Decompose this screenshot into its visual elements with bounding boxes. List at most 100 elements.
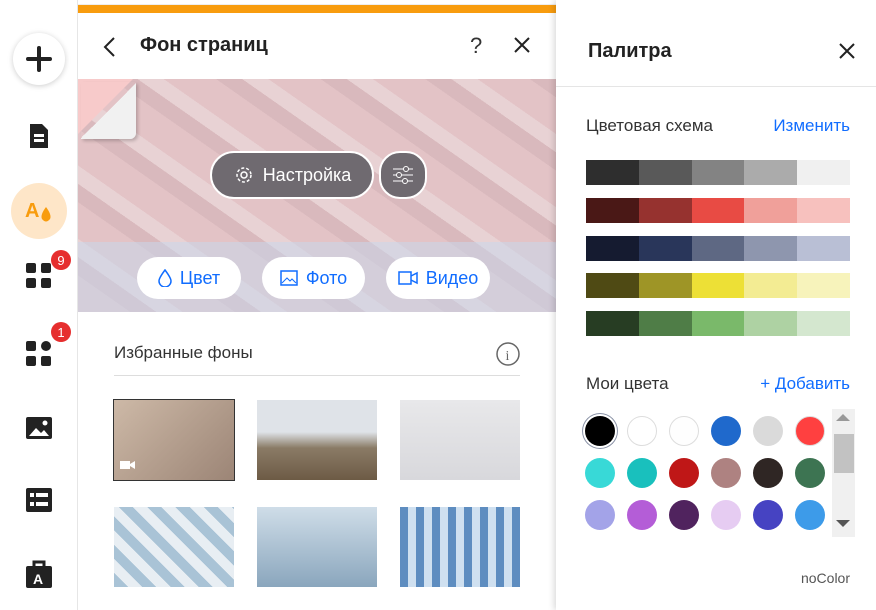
scheme-swatch[interactable] (586, 160, 639, 185)
color-swatch[interactable] (627, 416, 657, 446)
color-swatch[interactable] (753, 458, 783, 488)
color-swatch[interactable] (669, 500, 699, 530)
close-icon[interactable] (839, 43, 855, 59)
close-icon[interactable] (514, 37, 530, 53)
scroll-down-icon[interactable] (836, 520, 850, 527)
droplet-icon (158, 269, 172, 287)
video-label: Видео (425, 267, 479, 288)
video-button[interactable]: Видео (386, 257, 490, 299)
scheme-swatch[interactable] (586, 273, 639, 298)
help-button[interactable]: ? (470, 33, 482, 59)
color-scheme-row[interactable] (586, 273, 850, 298)
color-scheme-row[interactable] (586, 160, 850, 185)
color-swatch[interactable] (585, 500, 615, 530)
page-curl-fold (81, 82, 136, 139)
table-icon (26, 488, 52, 512)
thumbnail-mountain-cabin[interactable] (257, 400, 377, 480)
add-button[interactable] (13, 33, 65, 85)
colors-scrollbar[interactable] (832, 409, 855, 537)
scheme-swatch[interactable] (797, 160, 850, 185)
scheme-swatch[interactable] (744, 236, 798, 261)
scheme-swatch[interactable] (638, 273, 692, 298)
photo-label: Фото (305, 267, 348, 288)
media-button[interactable] (13, 402, 65, 454)
scheme-swatch[interactable] (744, 160, 798, 185)
color-swatch[interactable] (585, 458, 615, 488)
color-swatch[interactable] (711, 458, 741, 488)
color-swatch[interactable] (627, 458, 657, 488)
adjust-button[interactable] (379, 151, 427, 199)
scheme-swatch[interactable] (744, 273, 798, 298)
scheme-swatch[interactable] (638, 160, 692, 185)
image-icon (280, 270, 298, 286)
scheme-swatch[interactable] (797, 236, 850, 261)
color-swatch[interactable] (795, 416, 825, 446)
color-scheme-row[interactable] (586, 198, 850, 223)
info-icon[interactable]: i (496, 342, 520, 366)
design-button[interactable]: A (11, 183, 67, 239)
favorites-title: Избранные фоны (114, 343, 253, 362)
scheme-swatch[interactable] (691, 198, 745, 223)
scheme-swatch[interactable] (691, 311, 745, 336)
scroll-up-icon[interactable] (836, 414, 850, 421)
sliders-icon (393, 166, 413, 184)
pages-button[interactable] (13, 110, 65, 162)
scheme-swatch[interactable] (691, 160, 745, 185)
scheme-swatch[interactable] (744, 198, 798, 223)
color-swatch[interactable] (711, 500, 741, 530)
back-icon[interactable] (102, 36, 116, 58)
add-color-link[interactable]: + Добавить (760, 374, 850, 394)
apps-button[interactable]: 9 (13, 250, 71, 302)
color-swatch[interactable] (669, 416, 699, 446)
scheme-swatch[interactable] (691, 236, 745, 261)
color-scheme-row[interactable] (586, 236, 850, 261)
scheme-swatch[interactable] (797, 198, 850, 223)
photo-button[interactable]: Фото (262, 257, 365, 299)
business-button[interactable]: A (13, 548, 65, 600)
apps-badge: 9 (51, 250, 71, 270)
divider (114, 375, 520, 376)
no-color-label[interactable]: noColor (801, 570, 850, 586)
scroll-thumb[interactable] (834, 434, 854, 473)
color-swatch[interactable] (795, 500, 825, 530)
thumbnail-dancer[interactable] (257, 507, 377, 587)
color-swatch[interactable] (627, 500, 657, 530)
scheme-swatch[interactable] (797, 311, 850, 336)
scheme-swatch[interactable] (638, 236, 692, 261)
settings-button[interactable]: Настройка (210, 151, 374, 199)
thumbnail-shadow-video[interactable] (113, 399, 235, 481)
color-swatch[interactable] (669, 458, 699, 488)
divider (556, 86, 876, 87)
left-sidebar: A 9 1 A (0, 0, 78, 610)
thumbnail-yoga-pose[interactable] (400, 400, 520, 480)
panel-title: Фон страниц (140, 34, 268, 56)
color-swatch[interactable] (753, 500, 783, 530)
color-swatch[interactable] (753, 416, 783, 446)
scheme-swatch[interactable] (744, 311, 798, 336)
scheme-swatch[interactable] (797, 273, 850, 298)
color-swatch[interactable] (795, 458, 825, 488)
scheme-swatch[interactable] (586, 198, 639, 223)
scheme-swatch[interactable] (638, 311, 692, 336)
color-scheme-row[interactable] (586, 311, 850, 336)
scheme-swatch[interactable] (638, 198, 692, 223)
apps-icon (26, 263, 51, 288)
scheme-swatch[interactable] (691, 273, 745, 298)
palette-panel: Палитра Цветовая схема Изменить Мои цвет… (556, 0, 876, 610)
scheme-swatch[interactable] (586, 236, 639, 261)
plugins-button[interactable]: 1 (13, 322, 71, 380)
color-button[interactable]: Цвет (137, 257, 241, 299)
video-icon (120, 461, 135, 469)
svg-text:A: A (33, 571, 43, 587)
color-swatch[interactable] (711, 416, 741, 446)
cms-button[interactable] (13, 474, 65, 526)
color-swatch[interactable] (585, 416, 615, 446)
page-background-panel: Фон страниц ? Настройка Цвет Фото Видео … (78, 13, 556, 610)
scheme-label: Цветовая схема (586, 116, 713, 135)
thumbnail-milk-glasses[interactable] (114, 507, 234, 587)
thumbnail-glass-building[interactable] (400, 507, 520, 587)
scheme-swatch[interactable] (586, 311, 639, 336)
puzzle-icon (26, 341, 51, 366)
image-icon (26, 417, 52, 439)
change-scheme-link[interactable]: Изменить (773, 116, 850, 136)
